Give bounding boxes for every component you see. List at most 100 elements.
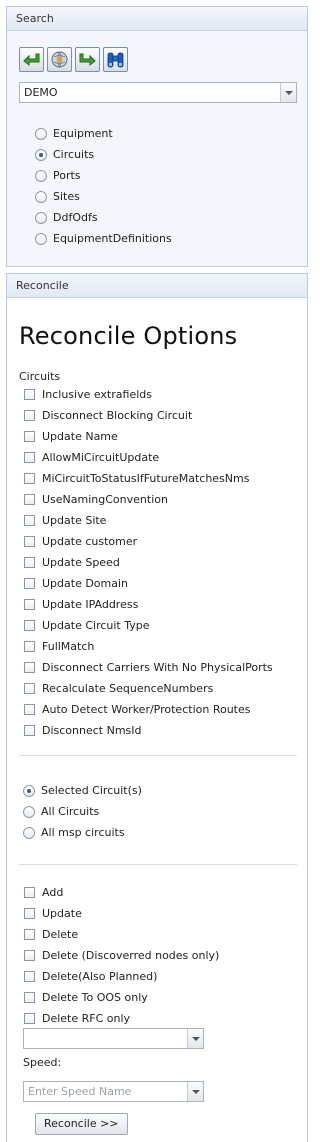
checkbox-recalculate-sequencenumbers[interactable]: Recalculate SequenceNumbers bbox=[24, 682, 213, 695]
checkbox[interactable] bbox=[24, 908, 35, 919]
checkbox[interactable] bbox=[24, 971, 35, 982]
checkbox-inclusive-extrafields[interactable]: Inclusive extrafields bbox=[24, 388, 152, 401]
checkbox[interactable] bbox=[24, 887, 35, 898]
option-label: Add bbox=[42, 886, 64, 899]
option-label: Update Site bbox=[42, 514, 107, 527]
checkbox[interactable] bbox=[24, 662, 35, 673]
globe-icon bbox=[51, 51, 68, 68]
checkbox-update-name[interactable]: Update Name bbox=[24, 430, 118, 443]
checkbox[interactable] bbox=[24, 620, 35, 631]
radio-button[interactable] bbox=[23, 805, 35, 818]
radio-equipmentdefinitions[interactable]: EquipmentDefinitions bbox=[35, 232, 172, 245]
checkbox[interactable] bbox=[24, 929, 35, 940]
radio-ddfodfs[interactable]: DdfOdfs bbox=[35, 211, 98, 224]
checkbox[interactable] bbox=[24, 536, 35, 547]
radio-selected-circuit-s[interactable]: Selected Circuit(s) bbox=[23, 784, 142, 797]
checkbox[interactable] bbox=[24, 683, 35, 694]
radio-button[interactable] bbox=[23, 784, 35, 797]
checkbox-delete[interactable]: Delete bbox=[24, 928, 78, 941]
chevron-down-icon[interactable] bbox=[280, 83, 296, 102]
forward-button[interactable] bbox=[75, 47, 100, 72]
checkbox[interactable] bbox=[24, 431, 35, 442]
radio-button[interactable] bbox=[35, 148, 47, 161]
radio-ports[interactable]: Ports bbox=[35, 169, 81, 182]
database-select[interactable]: DEMO bbox=[19, 82, 297, 103]
binoculars-icon bbox=[107, 52, 124, 68]
checkbox-micircuittostatusiffuturematchesnms[interactable]: MiCircuitToStatusIfFutureMatchesNms bbox=[24, 472, 249, 485]
checkbox[interactable] bbox=[24, 473, 35, 484]
back-button[interactable] bbox=[19, 47, 44, 72]
checkbox-update[interactable]: Update bbox=[24, 907, 82, 920]
radio-all-msp-circuits[interactable]: All msp circuits bbox=[23, 826, 125, 839]
checkbox-delete-to-oos-only[interactable]: Delete To OOS only bbox=[24, 991, 148, 1004]
checkbox[interactable] bbox=[24, 494, 35, 505]
radio-button[interactable] bbox=[35, 127, 47, 140]
option-label: AllowMiCircuitUpdate bbox=[42, 451, 160, 464]
checkbox-disconnect-nmsid[interactable]: Disconnect NmsId bbox=[24, 724, 142, 737]
option-label: Update Speed bbox=[42, 556, 120, 569]
radio-button[interactable] bbox=[35, 232, 47, 245]
globe-button[interactable] bbox=[47, 47, 72, 72]
option-label: Ports bbox=[53, 169, 81, 182]
radio-circuits[interactable]: Circuits bbox=[35, 148, 94, 161]
checkbox-delete-also-planned[interactable]: Delete(Also Planned) bbox=[24, 970, 157, 983]
checkbox-update-domain[interactable]: Update Domain bbox=[24, 577, 128, 590]
radio-button[interactable] bbox=[23, 826, 35, 839]
radio-button[interactable] bbox=[35, 169, 47, 182]
checkbox[interactable] bbox=[24, 725, 35, 736]
checkbox-disconnect-blocking-circuit[interactable]: Disconnect Blocking Circuit bbox=[24, 409, 192, 422]
checkbox[interactable] bbox=[24, 950, 35, 961]
checkbox-usenamingconvention[interactable]: UseNamingConvention bbox=[24, 493, 168, 506]
status-select[interactable] bbox=[23, 1028, 204, 1049]
checkbox-disconnect-carriers-with-no-physicalports[interactable]: Disconnect Carriers With No PhysicalPort… bbox=[24, 661, 273, 674]
checkbox-update-customer[interactable]: Update customer bbox=[24, 535, 137, 548]
radio-all-circuits[interactable]: All Circuits bbox=[23, 805, 99, 818]
radio-equipment[interactable]: Equipment bbox=[35, 127, 113, 140]
radio-sites[interactable]: Sites bbox=[35, 190, 80, 203]
checkbox[interactable] bbox=[24, 1013, 35, 1024]
option-label: Update Domain bbox=[42, 577, 129, 590]
search-button[interactable] bbox=[103, 47, 128, 72]
option-label: Auto Detect Worker/Protection Routes bbox=[42, 703, 251, 716]
reconcile-button[interactable]: Reconcile >> bbox=[35, 1113, 128, 1135]
checkbox[interactable] bbox=[24, 599, 35, 610]
checkbox[interactable] bbox=[24, 557, 35, 568]
checkbox-update-speed[interactable]: Update Speed bbox=[24, 556, 120, 569]
speed-label: Speed: bbox=[23, 1056, 62, 1069]
reconcile-panel-header[interactable]: Reconcile bbox=[7, 274, 307, 298]
checkbox-allowmicircuitupdate[interactable]: AllowMiCircuitUpdate bbox=[24, 451, 159, 464]
option-label: Delete bbox=[42, 928, 79, 941]
option-label: Delete RFC only bbox=[42, 1012, 131, 1025]
chevron-down-icon[interactable] bbox=[187, 1082, 203, 1101]
option-label: Update Name bbox=[42, 430, 118, 443]
checkbox-delete-rfc-only[interactable]: Delete RFC only bbox=[24, 1012, 130, 1025]
checkbox[interactable] bbox=[24, 515, 35, 526]
option-label: Sites bbox=[53, 190, 80, 203]
divider bbox=[19, 755, 297, 756]
option-label: Update customer bbox=[42, 535, 138, 548]
option-label: Inclusive extrafields bbox=[42, 388, 152, 401]
checkbox-update-site[interactable]: Update Site bbox=[24, 514, 106, 527]
checkbox[interactable] bbox=[24, 389, 35, 400]
option-label: EquipmentDefinitions bbox=[53, 232, 172, 245]
search-panel-header[interactable]: Search bbox=[7, 7, 307, 31]
reconcile-panel: Reconcile Reconcile Options Circuits Inc… bbox=[6, 273, 308, 1142]
checkbox-update-circuit-type[interactable]: Update Circuit Type bbox=[24, 619, 150, 632]
radio-button[interactable] bbox=[35, 190, 47, 203]
checkbox-fullmatch[interactable]: FullMatch bbox=[24, 640, 94, 653]
checkbox[interactable] bbox=[24, 452, 35, 463]
checkbox[interactable] bbox=[24, 992, 35, 1003]
checkbox[interactable] bbox=[24, 578, 35, 589]
checkbox[interactable] bbox=[24, 641, 35, 652]
checkbox-add[interactable]: Add bbox=[24, 886, 63, 899]
page-title: Reconcile Options bbox=[19, 322, 238, 350]
checkbox[interactable] bbox=[24, 704, 35, 715]
checkbox-delete-discoverred-nodes-only[interactable]: Delete (Discoverred nodes only) bbox=[24, 949, 219, 962]
checkbox[interactable] bbox=[24, 410, 35, 421]
chevron-down-icon[interactable] bbox=[187, 1029, 203, 1048]
radio-button[interactable] bbox=[35, 211, 47, 224]
speed-select[interactable]: Enter Speed Name bbox=[23, 1081, 204, 1102]
checkbox-update-ipaddress[interactable]: Update IPAddress bbox=[24, 598, 138, 611]
checkbox-auto-detect-worker-protection-routes[interactable]: Auto Detect Worker/Protection Routes bbox=[24, 703, 250, 716]
option-label: Update IPAddress bbox=[42, 598, 139, 611]
